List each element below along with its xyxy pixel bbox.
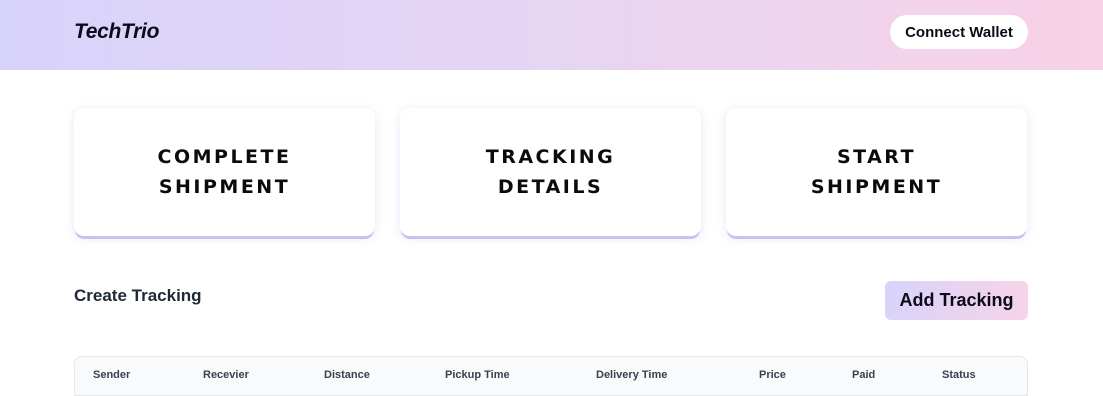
connect-wallet-button[interactable]: Connect Wallet — [890, 15, 1028, 49]
column-header-sender: Sender — [93, 369, 131, 381]
add-tracking-button[interactable]: Add Tracking — [885, 281, 1028, 320]
complete-shipment-card[interactable]: COMPLETE SHIPMENT — [74, 108, 375, 236]
start-shipment-card[interactable]: START SHIPMENT — [726, 108, 1027, 236]
column-header-status: Status — [942, 369, 976, 381]
column-header-distance: Distance — [324, 369, 370, 381]
start-shipment-label: START SHIPMENT — [810, 146, 943, 198]
complete-shipment-label: COMPLETE SHIPMENT — [157, 146, 292, 198]
tracking-details-card[interactable]: TRACKING DETAILS — [400, 108, 701, 236]
brand-logo[interactable]: TechTrio — [74, 20, 159, 44]
column-header-pickup-time: Pickup Time — [445, 369, 510, 381]
tracking-table: Sender Recevier Distance Pickup Time Del… — [74, 356, 1028, 396]
column-header-delivery-time: Delivery Time — [596, 369, 668, 381]
column-header-price: Price — [759, 369, 786, 381]
tracking-details-label: TRACKING DETAILS — [485, 146, 616, 198]
column-header-receiver: Recevier — [203, 369, 249, 381]
create-tracking-heading: Create Tracking — [74, 286, 202, 305]
top-navbar: TechTrio Connect Wallet — [0, 0, 1103, 70]
column-header-paid: Paid — [852, 369, 876, 381]
